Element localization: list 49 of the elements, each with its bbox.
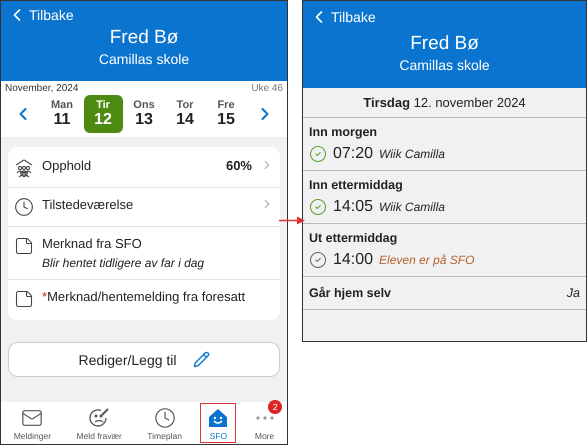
people-icon: [14, 158, 34, 178]
tab-button[interactable]: More 2: [248, 403, 282, 443]
day-button[interactable]: Ons 13: [124, 95, 164, 133]
house-face-icon: [207, 407, 230, 429]
person-text: Eleven er på SFO: [379, 253, 474, 267]
row-label[interactable]: Opphold: [42, 158, 218, 173]
row-label[interactable]: *Merknad/hentemelding fra foresatt: [42, 289, 274, 304]
mail-icon: [21, 407, 44, 429]
back-link[interactable]: Tilbake: [7, 5, 74, 25]
week-label: Uke 46: [251, 83, 283, 94]
date-heading: Tirsdag 12. november 2024: [363, 95, 526, 110]
value-text: Ja: [566, 286, 580, 300]
section-title: Inn morgen: [309, 125, 378, 139]
note-text: Blir hentet tidligere av far i dag: [42, 256, 206, 270]
pencil-icon: [192, 351, 210, 368]
tab-button[interactable]: Timeplan: [140, 403, 189, 443]
back-link[interactable]: Tilbake: [309, 7, 376, 27]
section-title: Går hjem selv: [309, 286, 391, 300]
more-dots-icon: [256, 416, 274, 420]
clock-icon: [14, 197, 34, 217]
tab-button[interactable]: Meld fravær: [70, 403, 129, 443]
school-name: Camillas skole: [399, 57, 490, 73]
face-pen-icon: [88, 407, 110, 429]
person-text: Wiik Camilla: [379, 200, 445, 214]
count-badge: 2: [268, 400, 282, 414]
section-title: Inn ettermiddag: [309, 178, 404, 192]
day-button[interactable]: Tor 14: [166, 95, 204, 133]
time-text: 14:05: [333, 198, 374, 216]
tab-button[interactable]: SFO: [200, 403, 236, 443]
day-button[interactable]: Man 11: [42, 95, 82, 133]
school-name: Camillas skole: [98, 51, 190, 67]
day-button[interactable]: Tir 12: [84, 95, 122, 133]
time-text: 07:20: [333, 145, 374, 163]
edit-button[interactable]: Rediger/Legg til: [8, 342, 280, 377]
arrow-drawing: [279, 216, 305, 225]
clock-icon: [154, 407, 176, 429]
note-icon: [14, 236, 34, 256]
child-name: Fred Bø: [410, 33, 479, 55]
time-text: 14:00: [333, 251, 374, 269]
section-title: Ut ettermiddag: [309, 231, 398, 245]
row-label[interactable]: Merknad fra SFO: [42, 236, 274, 251]
day-button[interactable]: Fre 15: [206, 95, 246, 133]
month-label: November, 2024: [5, 83, 78, 94]
tab-button[interactable]: Meldinger: [6, 403, 58, 443]
note-icon: [14, 289, 34, 309]
row-value: 60%: [226, 158, 252, 173]
person-text: Wiik Camilla: [379, 147, 445, 161]
row-label[interactable]: Tilstedeværelse: [42, 197, 252, 212]
child-name: Fred Bø: [110, 27, 178, 49]
